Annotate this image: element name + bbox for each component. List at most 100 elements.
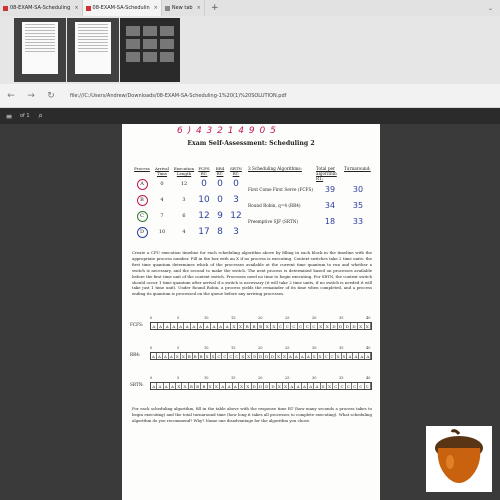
tab-3[interactable]: New tab × [162,0,205,16]
refresh-icon[interactable]: ↻ [44,89,58,103]
chevron-down-icon[interactable]: ⌄ [488,5,500,12]
footer-text: For each scheduling algorithm, fill in t… [132,406,372,423]
tab-preview-2[interactable] [67,18,119,82]
timeline-cell: A [184,323,192,329]
process-label: C [136,210,148,222]
cell-arrival: 4 [160,197,164,203]
tick-label: 0 [150,316,153,320]
tab-2[interactable]: 08-EXAM-SA-Schedulin × [82,0,162,16]
col-ta: Turnaround: [344,166,371,171]
cell-srtn: 12 [230,211,242,221]
timeline-cell: X [238,323,245,329]
timeline-cell: X [264,323,272,329]
tick-label: 20 [258,346,263,350]
timeline-label: SRTN: [130,382,144,387]
handwritten-header: 6 ) 4 3 2 1 4 9 0 5 [177,126,277,136]
timeline-cell: X [318,323,325,329]
col-rt: Total per algorithm RT: [316,166,337,181]
col-srtn: SRTN RT: [230,166,242,176]
timeline-cell: A [171,323,178,329]
timeline-cell: X [358,323,365,329]
cell-rt: 39 [324,184,336,194]
tick-label: 5 [177,346,180,350]
timeline-cell: A [218,323,225,329]
cell-name: Preemptive SJF (SRTN) [248,218,299,224]
tick-label: 30 [312,376,317,380]
tick-label: 10 [204,376,209,380]
close-icon[interactable]: × [197,5,201,11]
timeline-label: FCFS: [130,322,144,327]
timeline-cell: B [251,323,258,329]
cell-srtn: 3 [233,227,239,237]
tick-label: 30 [312,346,317,350]
cell-rr: 9 [217,211,223,221]
tick-label: 15 [231,376,236,380]
cell-ta: 35 [352,200,364,210]
cell-name: First Come First Serve (FCFS) [248,186,313,192]
cell-rr: 0 [217,179,223,189]
close-icon[interactable]: × [74,5,78,11]
cell-process: D [132,226,152,238]
tick-label: 40 [366,316,371,320]
timeline-label: RR4: [130,352,141,357]
algorithm-table: 3 Scheduling Algorithms: Total per algor… [248,166,374,229]
cell-fcfs: 0 [201,179,207,189]
cell-rr: 0 [217,195,223,205]
tab-1-label: 08-EXAM-SA-Scheduling [10,5,71,11]
table-row: Preemptive SJF (SRTN) 18 33 [248,213,374,229]
tick-label: 5 [177,376,180,380]
timeline-cell: A [365,353,372,359]
timeline-cell: C [291,323,298,329]
tab-preview-1[interactable] [14,18,66,82]
timeline-cell: C [304,323,312,329]
timeline: 0 5 10 15 20 25 30 35 40 A A A A A A A A A A A A X X B B B X X C C C C C… [150,316,372,332]
timeline: 0 5 10 15 20 25 30 35 40 A A A A X X B B B X X C C C C X X D D D D X X A… [150,346,372,362]
timeline-cell: D [338,323,345,329]
pdf-page: 6 ) 4 3 2 1 4 9 0 5 Exam Self-Assessment… [122,124,380,500]
tick-label: 25 [285,346,290,350]
search-icon[interactable]: ⌕ [36,111,46,121]
table-row: Round Robin, q=4 (RR4) 34 35 [248,197,374,213]
cell-arrival: 0 [160,181,164,187]
cell-fcfs: 10 [198,195,210,205]
cell-rt: 18 [324,216,336,226]
cell-process: C [132,210,152,222]
process-label: B [136,194,148,206]
cell-fcfs: 17 [198,227,210,237]
tab-preview-3[interactable] [120,18,180,82]
timeline-cell: A [211,323,218,329]
url-field[interactable]: file:///C:/Users/Andrew/Downloads/08-EXA… [70,93,286,99]
timeline-cell: B [258,323,265,329]
menu-icon[interactable]: ≡ [4,112,14,121]
timeline-cell: X [324,323,332,329]
pdf-viewer[interactable]: 6 ) 4 3 2 1 4 9 0 5 Exam Self-Assessment… [0,124,500,500]
tick-label: 10 [204,316,209,320]
tick-label: 0 [150,346,153,350]
col-process: Process [134,166,150,171]
table-row: C 7 6 12 9 12 [132,208,260,224]
timeline-cell: D [344,323,352,329]
col-rr: RR4 RT: [215,166,225,176]
forward-arrow-icon[interactable]: → [24,89,38,103]
tick-label: 10 [204,346,209,350]
tab-1[interactable]: 08-EXAM-SA-Scheduling × [0,0,83,16]
timeline-cell: A [198,323,205,329]
back-arrow-icon[interactable]: ← [4,89,18,103]
cell-arrival: 10 [158,229,166,235]
tick-label: 20 [258,316,263,320]
cell-exec: 12 [180,181,188,187]
table-row: B 4 3 10 0 3 [132,192,260,208]
col-exec: Execution Length [173,166,195,176]
close-icon[interactable]: × [154,5,158,11]
tick-label: 40 [366,376,371,380]
cell-arrival: 7 [160,213,164,219]
timeline: 0 5 10 15 20 25 30 35 40 A A A A X X B B B X X A A A X X D D D D X X A A… [150,376,372,392]
pdf-icon [3,5,8,11]
timeline-cell: B [244,323,252,329]
tick-label: 35 [339,376,344,380]
col-arrival: Arrival Time [155,166,169,176]
process-table: Process Arrival Time Execution Length FC… [132,166,260,240]
new-tab-button[interactable]: + [209,2,221,14]
process-label: D [136,226,148,238]
cell-name: Round Robin, q=4 (RR4) [248,202,301,208]
